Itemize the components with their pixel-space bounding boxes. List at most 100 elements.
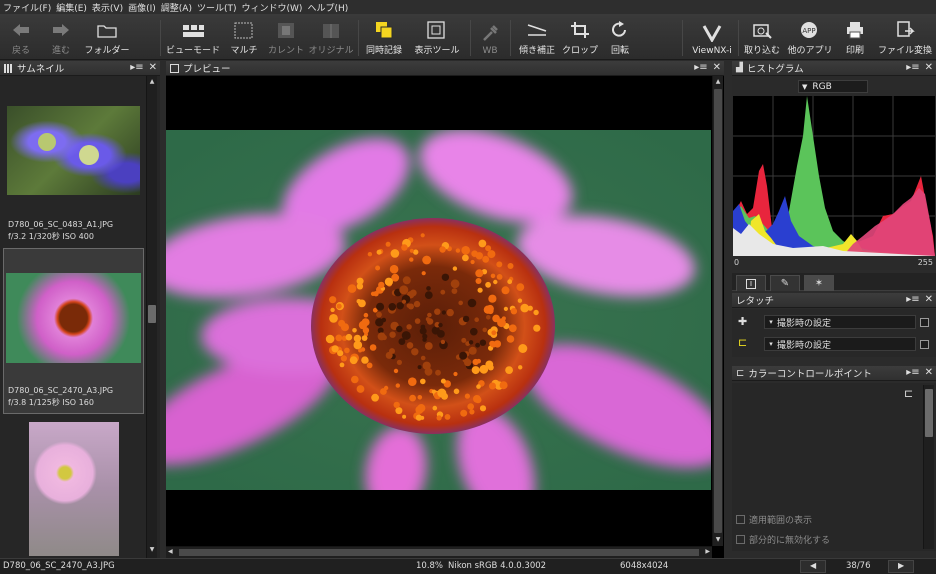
tilt-button[interactable]: 傾き補正 [516,14,558,60]
view-mode-button[interactable]: ビューモード [166,14,220,60]
retouch-checkbox[interactable] [920,318,929,327]
close-icon[interactable]: ✕ [925,367,933,378]
multi-icon [233,20,255,40]
next-image-button[interactable]: ▶ [888,560,914,573]
toolbar-divider [358,20,359,56]
menu-window[interactable]: ウィンドウ(W) [242,1,303,14]
forward-button[interactable]: 進む [46,14,76,60]
add-control-point-icon[interactable]: ⊏ [904,387,913,400]
close-icon[interactable]: ✕ [925,294,933,305]
retouch-setting-select[interactable]: ▾ 撮影時の設定 [764,337,916,351]
wb-button[interactable]: WB [476,14,504,60]
rotate-button[interactable]: 回転 [604,14,636,60]
panel-menu-icon[interactable]: ▸≡ [906,62,919,73]
preview-image[interactable] [166,76,711,546]
show-range-checkbox[interactable] [736,515,745,524]
flower-spike [475,278,482,284]
original-button[interactable]: オリジナル [308,14,354,60]
flower-spike [490,273,496,279]
flower-spike [367,252,373,257]
other-app-label: 他のアプリ [787,46,833,56]
viewnx-button[interactable]: ViewNX-i [690,14,734,60]
scroll-right-icon[interactable]: ▶ [705,548,710,555]
flower-spike [349,356,358,365]
scroll-up-icon[interactable]: ▲ [148,78,156,86]
flower-spike [406,303,411,308]
preview-panel-title: プレビュー [183,64,231,75]
thumbnail-item[interactable]: D780_06_SC_0483_A1.JPG f/3.2 1/320秒 ISO … [3,78,144,246]
preview-hscrollbar[interactable]: ◀ ▶ [166,546,712,558]
scroll-down-icon[interactable]: ▼ [714,536,722,544]
scroll-left-icon[interactable]: ◀ [168,548,173,555]
flower-spike [422,255,432,265]
partial-disable-option[interactable]: 部分的に無効化する [736,533,830,546]
flower-spike [336,303,342,309]
ccp-scrollbar[interactable] [923,385,934,549]
menu-tools[interactable]: ツール(T) [197,1,237,14]
flower-spike [507,279,513,285]
menu-image[interactable]: 画像(I) [128,1,156,14]
flower-spike [395,383,400,388]
scrollbar-thumb[interactable] [148,305,156,323]
retouch-setting-select[interactable]: ▾ 撮影時の設定 [764,315,916,329]
flower-spike [501,316,506,321]
hscrollbar-thumb[interactable] [179,549,699,556]
scroll-down-icon[interactable]: ▼ [148,546,156,554]
toolbar-divider [738,20,739,56]
panel-menu-icon[interactable]: ▸≡ [906,367,919,378]
file-convert-button[interactable]: ファイル変換 [876,14,934,60]
sync-record-button[interactable]: 同時記録 [362,14,406,60]
tab-retouch[interactable]: ✶ [804,275,834,291]
thumbnail-info: f/3.8 1/125秒 ISO 160 [8,398,94,407]
flower-spike [482,255,490,263]
flower-spike [385,241,391,247]
rotate-label: 回転 [610,46,629,56]
show-range-option[interactable]: 適用範囲の表示 [736,513,812,526]
thumbnail-image-partial[interactable] [29,422,119,556]
tab-edit[interactable]: ✎ [770,275,800,291]
panel-menu-icon[interactable]: ▸≡ [906,294,919,305]
menu-adjust[interactable]: 調整(A) [161,1,192,14]
flower-spike [424,291,433,299]
flower-spike [362,327,370,334]
status-bar: D780_06_SC_2470_A3.JPG 10.8% Nikon sRGB … [0,558,936,574]
histogram-channel-value: RGB [812,81,832,92]
menu-file[interactable]: ファイル(F) [3,1,51,14]
histogram-max-label: 255 [917,258,933,267]
preview-vscrollbar[interactable]: ▲ ▼ [712,76,723,546]
folder-button[interactable]: フォルダー [82,14,132,60]
retouch-checkbox[interactable] [920,340,929,349]
scrollbar-thumb[interactable] [925,389,933,437]
flower-spike [408,377,417,387]
scrollbar-thumb[interactable] [714,89,722,533]
close-icon[interactable]: ✕ [925,62,933,73]
tab-info[interactable]: i [736,275,766,291]
display-tool-button[interactable]: 表示ツール [412,14,462,60]
menu-help[interactable]: ヘルプ(H) [307,1,348,14]
thumbnail-item-selected[interactable]: D780_06_SC_2470_A3.JPG f/3.8 1/125秒 ISO … [3,248,144,414]
scroll-up-icon[interactable]: ▲ [714,78,722,86]
flower-spike [533,324,541,332]
partial-disable-checkbox[interactable] [736,535,745,544]
crop-button[interactable]: クロップ [562,14,598,60]
status-filename: D780_06_SC_2470_A3.JPG [3,561,115,571]
thumbnail-scrollbar[interactable]: ▲ ▼ [146,76,157,558]
current-button[interactable]: カレント [266,14,306,60]
menu-view[interactable]: 表示(V) [92,1,123,14]
back-button[interactable]: 戻る [6,14,36,60]
multi-button[interactable]: マルチ [226,14,262,60]
panel-menu-icon[interactable]: ▸≡ [130,62,143,73]
flower-spike [467,298,477,308]
import-button[interactable]: 取り込む [742,14,782,60]
flower-spike [421,271,426,276]
menu-edit[interactable]: 編集(E) [56,1,87,14]
print-button[interactable]: 印刷 [840,14,870,60]
other-app-button[interactable]: APP 他のアプリ [786,14,834,60]
flower-spike [461,246,471,255]
close-icon[interactable]: ✕ [713,62,721,73]
close-icon[interactable]: ✕ [149,62,157,73]
flower-spike [518,365,523,370]
histogram-channel-select[interactable]: ▼ RGB [798,80,868,93]
panel-menu-icon[interactable]: ▸≡ [694,62,707,73]
prev-image-button[interactable]: ◀ [800,560,826,573]
